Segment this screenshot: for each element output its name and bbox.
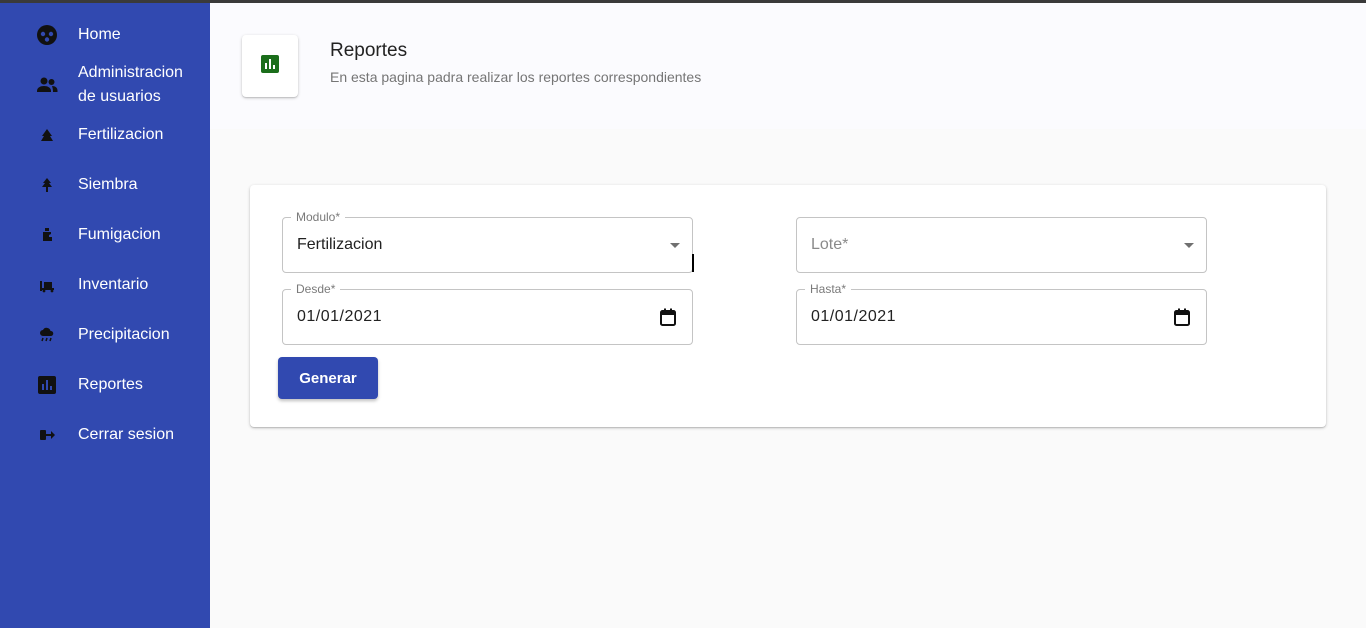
sprayer-icon xyxy=(36,224,58,246)
home-icon xyxy=(36,24,58,46)
page-header: Reportes En esta pagina padra realizar l… xyxy=(210,3,1366,129)
tree-icon xyxy=(36,174,58,196)
calendar-icon[interactable] xyxy=(1174,308,1190,331)
sidebar-item-fumigacion[interactable]: Fumigacion xyxy=(0,223,210,247)
modulo-select[interactable]: Modulo* Fertilizacion xyxy=(282,210,694,273)
sidebar-item-inventario[interactable]: Inventario xyxy=(0,273,210,297)
fertilizer-icon xyxy=(36,124,58,146)
sidebar-item-cerrar-sesion[interactable]: Cerrar sesion xyxy=(0,423,210,447)
chart-icon xyxy=(261,54,279,78)
modulo-label: Modulo* xyxy=(291,210,346,224)
sidebar-item-label: Cerrar sesion xyxy=(78,426,175,443)
sidebar-item-label: Inventario xyxy=(78,276,149,293)
lote-select[interactable]: Lote* xyxy=(796,217,1207,273)
sidebar-item-siembra[interactable]: Siembra xyxy=(0,173,210,197)
rain-icon xyxy=(36,324,58,346)
hasta-label: Hasta* xyxy=(805,282,852,296)
sidebar-item-label: Fumigacion xyxy=(78,226,161,243)
sidebar: Home Administracion de usuarios Fertiliz… xyxy=(0,3,210,628)
sidebar-item-label: Reportes xyxy=(78,376,143,393)
sidebar-item-label: Precipitacion xyxy=(78,326,170,343)
sidebar-item-label: Siembra xyxy=(78,176,138,193)
sidebar-item-label: Administracion de usuarios xyxy=(78,64,183,105)
sidebar-item-label: Home xyxy=(78,26,121,43)
desde-label: Desde* xyxy=(291,282,341,296)
chevron-down-icon xyxy=(670,243,680,248)
chevron-down-icon xyxy=(1184,243,1194,248)
generar-button[interactable]: Generar xyxy=(278,357,378,399)
lote-placeholder: Lote* xyxy=(811,236,849,253)
sidebar-item-home[interactable]: Home xyxy=(0,23,210,47)
calendar-icon[interactable] xyxy=(660,308,676,331)
sidebar-item-reportes[interactable]: Reportes xyxy=(0,373,210,397)
sidebar-item-users[interactable]: Administracion de usuarios xyxy=(0,61,210,109)
hasta-date-input[interactable]: Hasta* 01/01/2021 xyxy=(796,282,1207,345)
sidebar-item-fertilizacion[interactable]: Fertilizacion xyxy=(0,123,210,147)
desde-value: 01/01/2021 xyxy=(297,308,383,325)
sidebar-item-precipitacion[interactable]: Precipitacion xyxy=(0,323,210,347)
text-cursor xyxy=(692,254,694,272)
hasta-value: 01/01/2021 xyxy=(811,308,897,325)
window-top-border xyxy=(0,0,1366,3)
desde-date-input[interactable]: Desde* 01/01/2021 xyxy=(282,282,693,345)
modulo-value: Fertilizacion xyxy=(297,236,383,253)
users-icon xyxy=(36,74,58,96)
page-subtitle: En esta pagina padra realizar los report… xyxy=(330,69,702,85)
page-title: Reportes xyxy=(330,40,408,61)
sidebar-item-label: Fertilizacion xyxy=(78,126,164,143)
logout-icon xyxy=(36,424,58,446)
chart-icon xyxy=(36,374,58,396)
header-icon-card xyxy=(242,35,298,97)
inventory-icon xyxy=(36,274,58,296)
report-form-card: Modulo* Fertilizacion Lote* Desde* 01/01… xyxy=(250,185,1326,427)
